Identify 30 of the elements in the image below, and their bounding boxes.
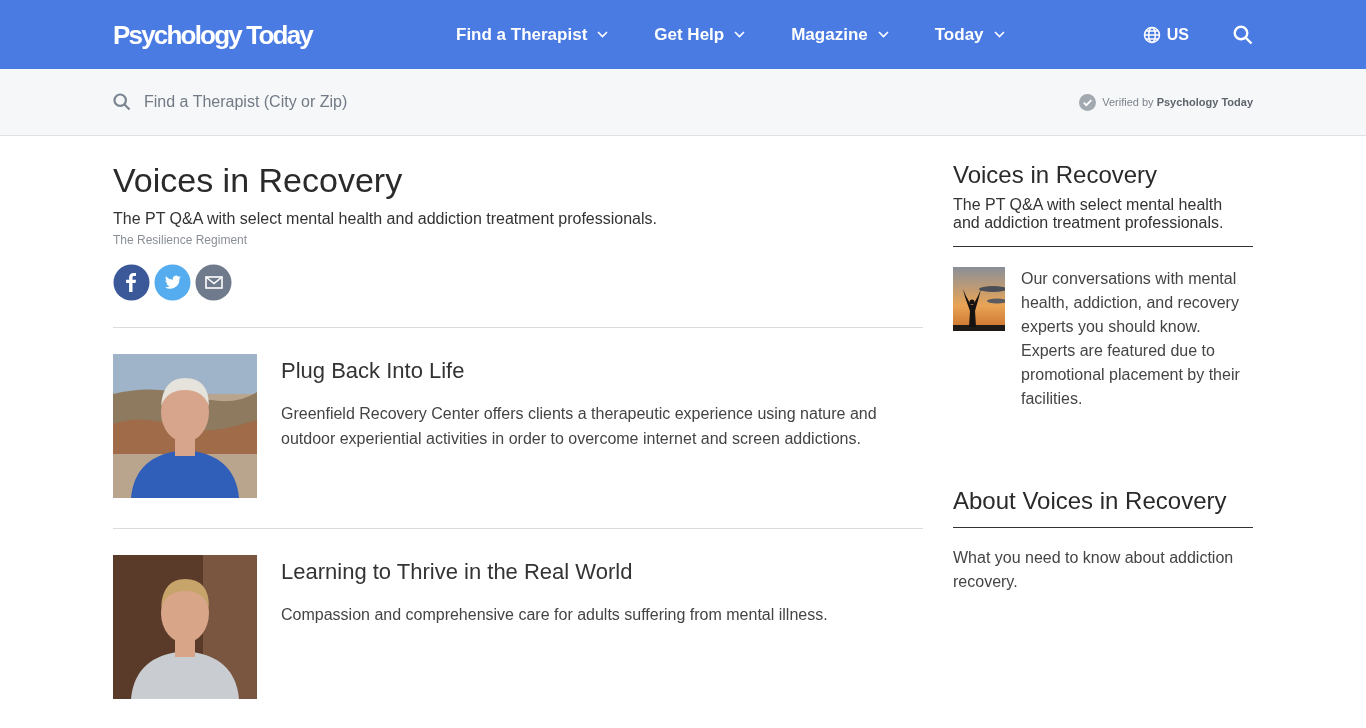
site-logo[interactable]: Psychology Today	[113, 17, 312, 52]
nav-menu-item[interactable]: Get Help	[640, 24, 760, 45]
chevron-down-icon	[597, 31, 609, 38]
region-selector[interactable]: US	[1142, 25, 1189, 44]
article-summary: Compassion and comprehensive care for adults suffering from mental illness.	[281, 605, 828, 625]
sidebar-subtitle: The PT Q&A with select mental health and addiction treatment professionals.	[953, 196, 1253, 247]
sidebar-description: Our conversations with mental health, addiction, and recovery experts you should know. Experts are featured due to promotional placement by their facilities.	[1021, 269, 1241, 409]
article-title[interactable]: Plug Back Into Life	[281, 358, 923, 384]
sidebar-title: Voices in Recovery	[953, 161, 1159, 189]
about-heading: About Voices in Recovery	[953, 487, 1253, 528]
page-title: Voices in Recovery	[113, 160, 404, 200]
email-share-button[interactable]	[195, 264, 232, 301]
search-icon[interactable]	[1233, 24, 1253, 45]
nav-menu-item[interactable]: Magazine	[777, 24, 903, 45]
nav-menu-item[interactable]: Find a Therapist	[442, 24, 623, 45]
chevron-down-icon	[734, 31, 746, 38]
article-title[interactable]: Learning to Thrive in the Real World	[281, 559, 828, 585]
check-badge-icon	[1079, 93, 1097, 111]
page-subtitle: The PT Q&A with select mental health and addiction treatment professionals.	[113, 210, 658, 228]
article-summary: Greenfield Recovery Center offers clients a therapeutic experience using nature and outdoor experiential activities in order to overcome internet and screen addictions.	[281, 404, 878, 449]
chevron-down-icon	[993, 31, 1005, 38]
about-text: What you need to know about addiction recovery.	[953, 548, 1235, 592]
verified-label: Verified by Psychology Today	[1102, 96, 1253, 108]
nav-menu-item[interactable]: Today	[920, 24, 1019, 45]
therapist-search-field[interactable]: Find a Therapist (City or Zip)	[113, 93, 444, 111]
chevron-down-icon	[877, 31, 889, 38]
byline[interactable]: The Resilience Regiment	[113, 233, 923, 247]
search-icon	[113, 93, 131, 111]
facebook-share-button[interactable]	[113, 264, 150, 301]
globe-icon	[1142, 25, 1161, 44]
